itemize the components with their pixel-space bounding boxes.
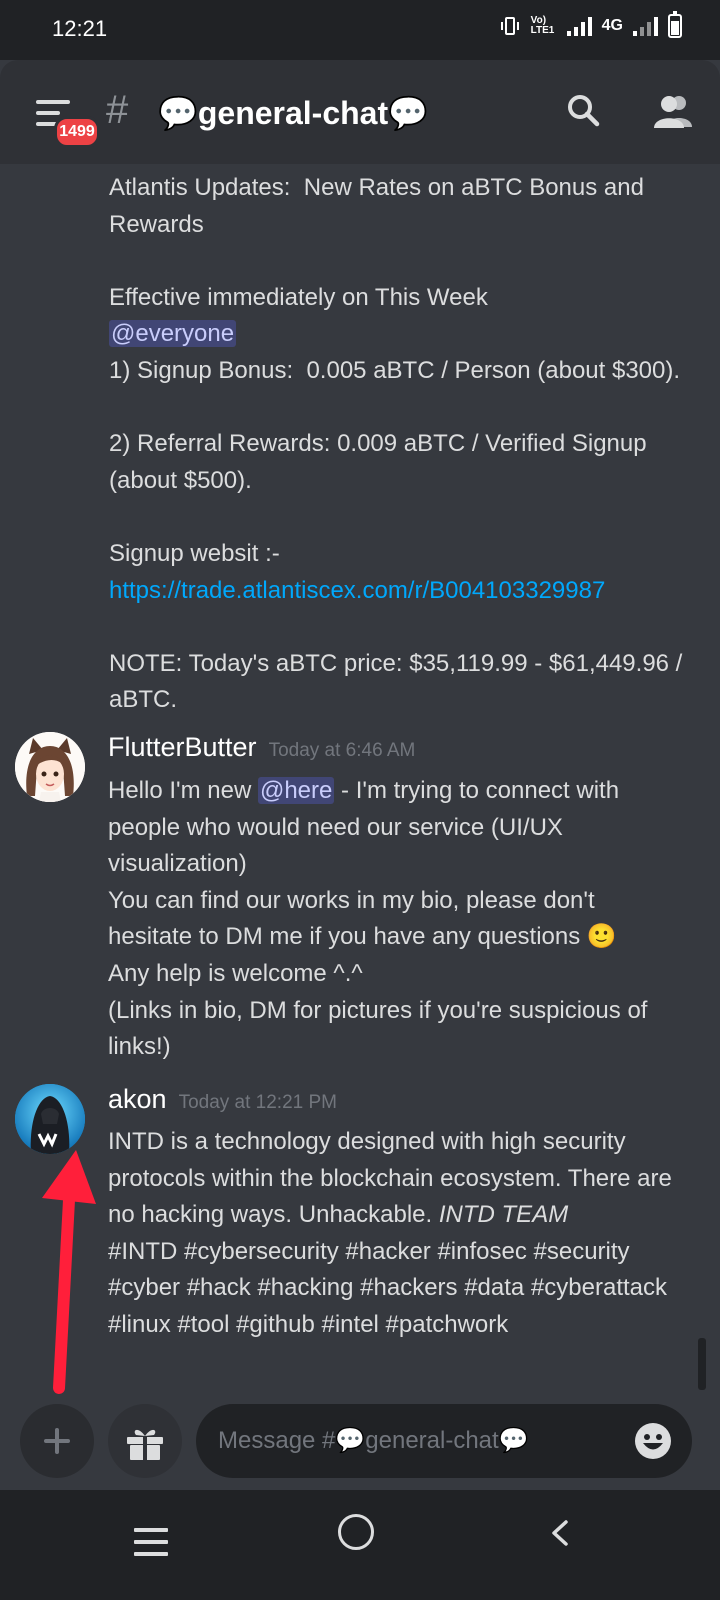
message-line: #linux #tool #github #intel #patchwork <box>108 1310 509 1338</box>
signal-2-icon <box>633 16 658 36</box>
text-segment: - I'm trying to connect with <box>334 777 620 804</box>
avatar[interactable] <box>15 1084 85 1154</box>
message-line <box>109 609 709 646</box>
message-input[interactable]: Message #💬general-chat💬 <box>196 1404 692 1478</box>
scrollbar-thumb[interactable] <box>698 1338 706 1390</box>
channel-title: 💬general-chat💬 <box>158 95 428 131</box>
channel-hash-icon: # <box>106 88 129 132</box>
battery-icon <box>668 11 682 38</box>
message-line: hesitate to DM me if you have any questi… <box>108 919 698 956</box>
message-line: Any help is welcome ^.^ <box>108 959 363 987</box>
nav-back-icon[interactable] <box>548 1520 572 1546</box>
message-line: You can find our works in my bio, please… <box>108 886 595 914</box>
vibrate-icon <box>500 17 519 35</box>
status-time: 12:21 <box>52 16 108 41</box>
status-bar: 12:21 Vo) LTE1 4G <box>0 0 720 60</box>
username[interactable]: FlutterButter <box>108 732 257 762</box>
message-list[interactable]: Atlantis Updates: New Rates on aBTC Bonu… <box>0 164 720 1414</box>
message-line: protocols within the blockchain ecosyste… <box>108 1164 672 1192</box>
signup-link[interactable]: https://trade.atlantiscex.com/r/B0041033… <box>109 577 605 604</box>
message-line: (Links in bio, DM for pictures if you're… <box>108 996 648 1024</box>
username-row: akon Today at 12:21 PM <box>108 1084 337 1115</box>
add-attachment-button[interactable] <box>20 1404 94 1478</box>
message-line: Atlantis Updates: New Rates on aBTC Bonu… <box>109 174 644 201</box>
message-body: INTD is a technology designed with high … <box>108 1124 708 1344</box>
avatar[interactable] <box>15 732 85 802</box>
announcement-message: Atlantis Updates: New Rates on aBTC Bonu… <box>109 170 709 719</box>
message-line: #cyber #hack #hacking #hackers #data #cy… <box>108 1274 667 1302</box>
message-line: 1) Signup Bonus: 0.005 aBTC / Person (ab… <box>109 356 681 384</box>
anime-girl-avatar-icon <box>15 732 85 802</box>
message-line: NOTE: Today's aBTC price: $35,119.99 - $… <box>109 649 683 677</box>
message-line <box>109 243 709 280</box>
message-line: aBTC. <box>109 686 178 714</box>
text-segment: hesitate to DM me if you have any questi… <box>108 923 587 951</box>
hooded-figure-avatar-icon <box>15 1084 85 1154</box>
slight-smile-emoji: 🙂 <box>586 923 617 951</box>
network-type: 4G <box>601 17 623 34</box>
message-body: Hello I'm new @here - I'm trying to conn… <box>108 773 698 1066</box>
message-line: #INTD #cybersecurity #hacker #infosec #s… <box>108 1237 630 1265</box>
message-line: Signup websit :- <box>109 539 280 567</box>
message-line: (about $500). <box>109 466 252 494</box>
channel-header: 1499 # 💬general-chat💬 <box>0 60 720 164</box>
plus-icon <box>44 1428 70 1454</box>
message-line: no hacking ways. Unhackable. INTD TEAM <box>108 1197 708 1234</box>
everyone-mention[interactable]: @everyone <box>109 320 237 348</box>
gift-button[interactable] <box>108 1404 182 1478</box>
message-line: https://trade.atlantiscex.com/r/B0041033… <box>109 573 709 610</box>
signal-icon <box>566 16 592 36</box>
message-line <box>109 499 709 536</box>
username-row: FlutterButter Today at 6:46 AM <box>108 732 415 763</box>
message-line: links!) <box>108 1033 171 1061</box>
message-input-placeholder: Message #💬general-chat💬 <box>218 1427 529 1454</box>
message-line <box>109 390 709 427</box>
search-icon[interactable] <box>566 93 600 127</box>
emoji-icon[interactable] <box>634 1422 672 1460</box>
message-line: Hello I'm new @here - I'm trying to conn… <box>108 773 698 810</box>
volte-label: Vo) LTE1 <box>530 15 555 36</box>
here-mention[interactable]: @here <box>257 777 335 804</box>
timestamp: Today at 6:46 AM <box>268 740 416 761</box>
message-line: Effective immediately on This Week <box>109 283 488 311</box>
text-segment: Hello I'm new <box>108 777 258 804</box>
gift-icon <box>127 1429 163 1460</box>
unread-badge: 1499 <box>54 116 100 148</box>
members-icon[interactable] <box>652 93 694 129</box>
timestamp: Today at 12:21 PM <box>178 1092 337 1113</box>
message-line: visualization) <box>108 850 247 878</box>
message-composer: Message #💬general-chat💬 <box>0 1400 720 1490</box>
username[interactable]: akon <box>108 1084 167 1114</box>
system-nav-bar <box>0 1490 720 1600</box>
message-line: 2) Referral Rewards: 0.009 aBTC / Verifi… <box>109 430 647 458</box>
message-line: INTD is a technology designed with high … <box>108 1128 626 1155</box>
nav-home-icon[interactable] <box>338 1514 374 1550</box>
italic-text: INTD TEAM <box>438 1201 569 1229</box>
message-line: people who would need our service (UI/UX <box>108 813 563 841</box>
message-line: @everyone <box>109 316 709 353</box>
message-line: Rewards <box>109 210 204 238</box>
status-icons: Vo) LTE1 4G <box>499 11 682 38</box>
nav-recents-icon[interactable] <box>134 1528 168 1564</box>
text-segment: no hacking ways. Unhackable. <box>108 1201 439 1229</box>
